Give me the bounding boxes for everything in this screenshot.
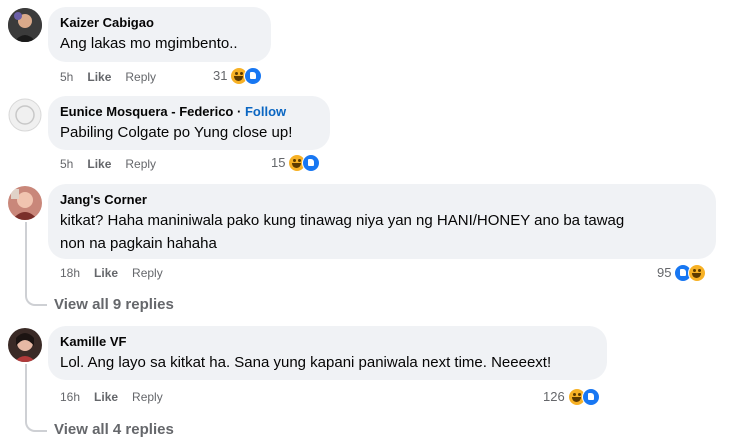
like-icon <box>244 67 263 85</box>
reply-button[interactable]: Reply <box>125 70 156 84</box>
reply-thread-line <box>25 364 47 432</box>
comment-bubble: Jang's Corner kitkat? Haha maniniwala pa… <box>48 184 716 259</box>
comment-bubble: Eunice Mosquera - Federico · Follow Pabi… <box>48 96 330 150</box>
like-button[interactable]: Like <box>94 266 118 280</box>
reply-thread-line <box>25 222 47 306</box>
comment-time[interactable]: 16h <box>60 390 80 404</box>
view-replies-link[interactable]: View all 9 replies <box>54 296 174 314</box>
comment-text-line: non na pagkain hahaha <box>60 235 217 252</box>
like-button[interactable]: Like <box>87 70 111 84</box>
avatar-photo-icon <box>8 186 42 220</box>
default-avatar-icon <box>8 98 42 132</box>
comment-actions: 18h Like Reply <box>60 266 177 280</box>
reply-button[interactable]: Reply <box>132 266 163 280</box>
comment-text: Lol. Ang layo sa kitkat ha. Sana yung ka… <box>60 354 552 371</box>
follow-button[interactable]: Follow <box>245 104 286 119</box>
comment-text: Pabiling Colgate po Yung close up! <box>60 124 293 141</box>
like-icon <box>581 388 600 406</box>
view-replies-link[interactable]: View all 4 replies <box>54 421 174 439</box>
comment-actions: 16h Like Reply <box>60 390 177 404</box>
avatar[interactable] <box>8 98 42 132</box>
reaction-summary[interactable]: 31 <box>213 67 263 85</box>
reply-button[interactable]: Reply <box>132 390 163 404</box>
comment-author[interactable]: Jang's Corner <box>60 192 704 208</box>
reaction-count: 126 <box>543 389 565 404</box>
comment-actions: 5h Like Reply <box>60 70 170 84</box>
reply-button[interactable]: Reply <box>125 157 156 171</box>
reaction-count: 15 <box>271 155 286 170</box>
like-button[interactable]: Like <box>87 157 111 171</box>
comment-author[interactable]: Eunice Mosquera - Federico <box>60 104 233 119</box>
reaction-summary[interactable]: 126 <box>543 388 600 406</box>
comment-time[interactable]: 5h <box>60 70 73 84</box>
avatar[interactable] <box>8 328 42 362</box>
avatar[interactable] <box>8 8 42 42</box>
comment-text: Ang lakas mo mgimbento.. <box>60 35 238 52</box>
avatar-photo-icon <box>8 328 42 362</box>
comment-header: Eunice Mosquera - Federico · Follow <box>60 104 318 120</box>
haha-icon <box>688 264 707 282</box>
comment-time[interactable]: 5h <box>60 157 73 171</box>
comment-text-line: kitkat? Haha maniniwala pako kung tinawa… <box>60 212 625 229</box>
comment-actions: 5h Like Reply <box>60 157 170 171</box>
like-button[interactable]: Like <box>94 390 118 404</box>
comment-bubble: Kamille VF Lol. Ang layo sa kitkat ha. S… <box>48 326 607 380</box>
comment-time[interactable]: 18h <box>60 266 80 280</box>
avatar-photo-icon <box>8 8 42 42</box>
comment-author[interactable]: Kaizer Cabigao <box>60 15 259 31</box>
like-icon <box>302 154 321 172</box>
avatar[interactable] <box>8 186 42 220</box>
reaction-count: 95 <box>657 265 672 280</box>
comment-author[interactable]: Kamille VF <box>60 334 595 350</box>
follow-separator: · <box>237 104 242 119</box>
comment-bubble: Kaizer Cabigao Ang lakas mo mgimbento.. <box>48 7 271 62</box>
reaction-count: 31 <box>213 68 228 83</box>
reaction-summary[interactable]: 15 <box>271 154 321 172</box>
reaction-summary[interactable]: 95 <box>657 264 707 282</box>
